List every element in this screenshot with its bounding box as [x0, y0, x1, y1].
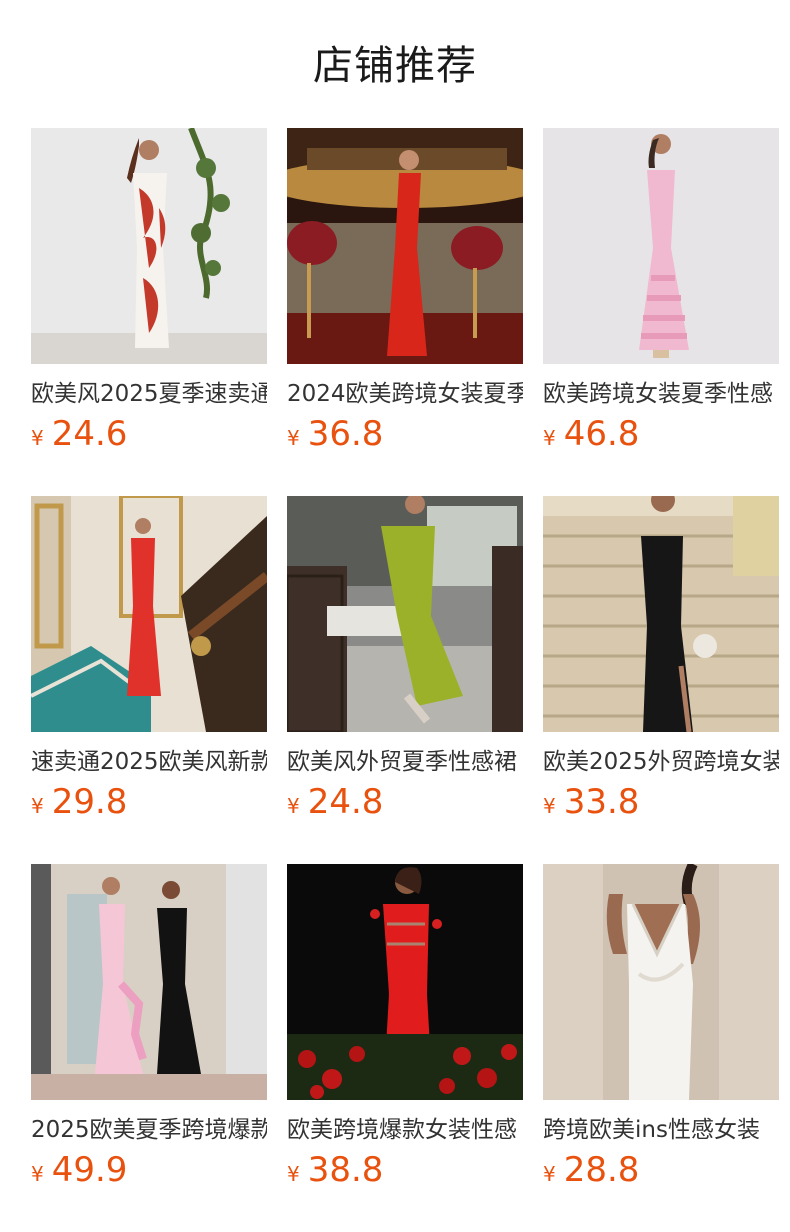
currency-symbol: ¥ — [31, 426, 44, 450]
currency-symbol: ¥ — [543, 1162, 556, 1186]
product-card[interactable]: 2025欧美夏季跨境爆款 ¥49.9 — [31, 864, 267, 1190]
currency-symbol: ¥ — [31, 1162, 44, 1186]
price-value: 49.9 — [51, 1150, 128, 1190]
product-card[interactable]: 欧美风外贸夏季性感裙 ¥24.8 — [287, 496, 523, 822]
product-card[interactable]: 欧美2025外贸跨境女装 ¥33.8 — [543, 496, 779, 822]
product-name[interactable]: 欧美跨境爆款女装性感 — [287, 1114, 523, 1146]
product-name[interactable]: 2024欧美跨境女装夏季 — [287, 378, 523, 410]
product-image[interactable] — [543, 864, 779, 1100]
product-image[interactable] — [31, 864, 267, 1100]
product-image[interactable] — [287, 496, 523, 732]
product-name[interactable]: 速卖通2025欧美风新款 — [31, 746, 267, 778]
product-card[interactable]: 欧美跨境女装夏季性感 ¥46.8 — [543, 128, 779, 454]
currency-symbol: ¥ — [287, 426, 300, 450]
product-card[interactable]: 欧美跨境爆款女装性感 ¥38.8 — [287, 864, 523, 1190]
currency-symbol: ¥ — [543, 426, 556, 450]
product-image[interactable] — [31, 128, 267, 364]
product-price: ¥49.9 — [31, 1150, 267, 1190]
product-price: ¥36.8 — [287, 414, 523, 454]
product-price: ¥38.8 — [287, 1150, 523, 1190]
product-name[interactable]: 欧美风2025夏季速卖通 — [31, 378, 267, 410]
product-card[interactable]: 欧美风2025夏季速卖通 ¥24.6 — [31, 128, 267, 454]
currency-symbol: ¥ — [31, 794, 44, 818]
section-title: 店铺推荐 — [313, 43, 477, 89]
currency-symbol: ¥ — [543, 794, 556, 818]
product-name[interactable]: 欧美跨境女装夏季性感 — [543, 378, 779, 410]
product-card[interactable]: 速卖通2025欧美风新款 ¥29.8 — [31, 496, 267, 822]
product-image[interactable] — [287, 864, 523, 1100]
product-image[interactable] — [543, 128, 779, 364]
price-value: 36.8 — [307, 414, 384, 454]
price-value: 24.8 — [307, 782, 384, 822]
product-price: ¥46.8 — [543, 414, 779, 454]
product-price: ¥24.8 — [287, 782, 523, 822]
product-price: ¥29.8 — [31, 782, 267, 822]
price-value: 38.8 — [307, 1150, 384, 1190]
price-value: 28.8 — [563, 1150, 640, 1190]
currency-symbol: ¥ — [287, 1162, 300, 1186]
price-value: 29.8 — [51, 782, 128, 822]
price-value: 33.8 — [563, 782, 640, 822]
currency-symbol: ¥ — [287, 794, 300, 818]
price-value: 46.8 — [563, 414, 640, 454]
product-name[interactable]: 2025欧美夏季跨境爆款 — [31, 1114, 267, 1146]
product-name[interactable]: 欧美风外贸夏季性感裙 — [287, 746, 523, 778]
product-price: ¥24.6 — [31, 414, 267, 454]
price-value: 24.6 — [51, 414, 128, 454]
product-image[interactable] — [287, 128, 523, 364]
product-image[interactable] — [31, 496, 267, 732]
product-name[interactable]: 跨境欧美ins性感女装 — [543, 1114, 779, 1146]
product-name[interactable]: 欧美2025外贸跨境女装 — [543, 746, 779, 778]
product-card[interactable]: 跨境欧美ins性感女装 ¥28.8 — [543, 864, 779, 1190]
product-image[interactable] — [543, 496, 779, 732]
product-card[interactable]: 2024欧美跨境女装夏季 ¥36.8 — [287, 128, 523, 454]
product-price: ¥33.8 — [543, 782, 779, 822]
product-price: ¥28.8 — [543, 1150, 779, 1190]
